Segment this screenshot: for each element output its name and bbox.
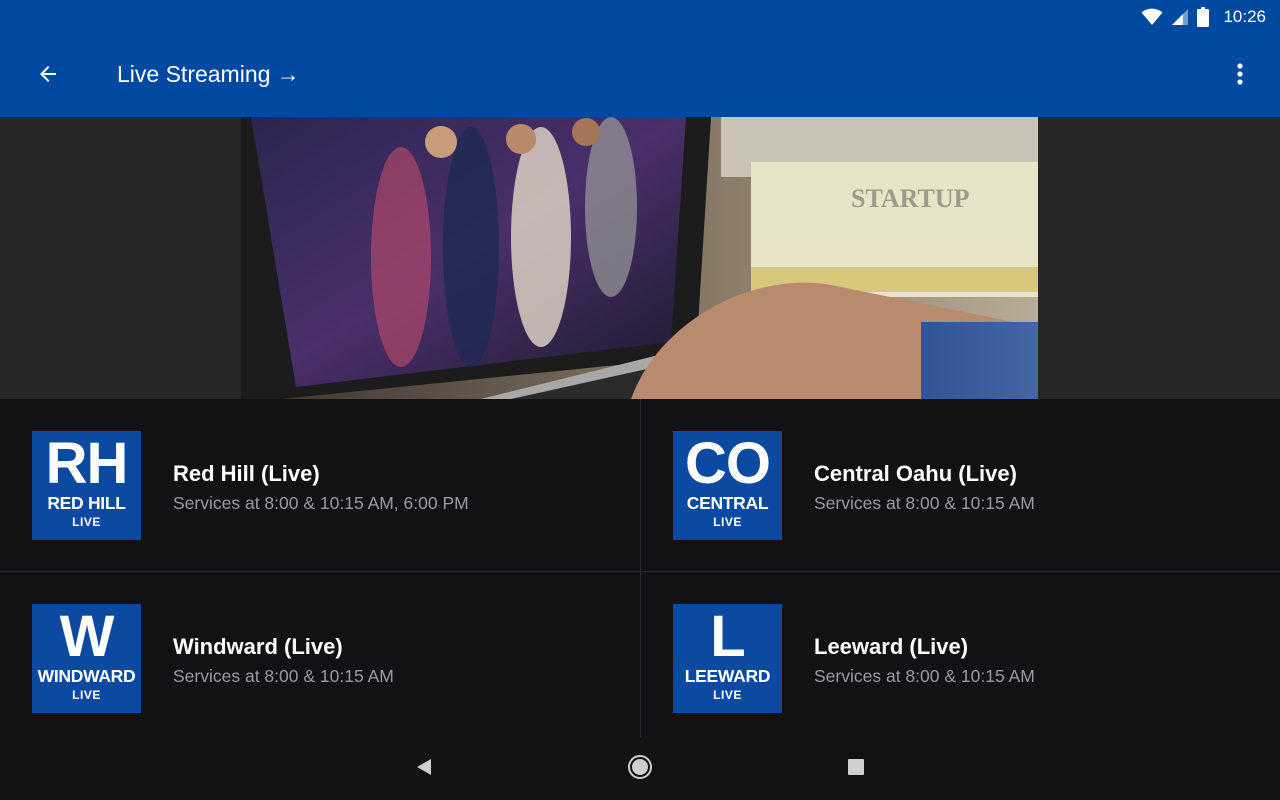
logo-letters: CO — [685, 431, 771, 496]
app-bar: Live Streaming → — [0, 34, 1280, 117]
hero-band: STARTUP — [0, 117, 1280, 399]
clock: 10:26 — [1223, 7, 1266, 26]
status-icons: 10:26 — [1141, 5, 1266, 29]
campus-item-windward[interactable]: W WINDWARD LIVE Windward (Live) Services… — [0, 572, 639, 744]
system-nav-bar — [0, 737, 1280, 800]
battery-icon — [1197, 7, 1210, 27]
campus-subtitle: Services at 8:00 & 10:15 AM — [814, 493, 1035, 513]
campus-logo: W WINDWARD LIVE — [32, 604, 141, 713]
back-button[interactable] — [24, 54, 72, 98]
overflow-menu-button[interactable] — [1222, 54, 1258, 98]
logo-sub: LIVE — [72, 515, 101, 529]
campus-item-central-oahu[interactable]: CO CENTRAL LIVE Central Oahu (Live) Serv… — [641, 399, 1280, 571]
campus-title: Windward (Live) — [173, 634, 343, 659]
logo-name: CENTRAL — [686, 493, 769, 513]
page-title: Live Streaming → — [117, 61, 300, 87]
svg-text:STARTUP: STARTUP — [851, 184, 970, 213]
campus-title: Central Oahu (Live) — [814, 461, 1017, 486]
logo-name: RED HILL — [47, 493, 126, 513]
logo-name: LEEWARD — [684, 666, 771, 686]
logo-name: WINDWARD — [37, 666, 136, 686]
campus-item-leeward[interactable]: L LEEWARD LIVE Leeward (Live) Services a… — [641, 572, 1280, 744]
campus-title: Leeward (Live) — [814, 634, 969, 659]
campus-logo: RH RED HILL LIVE — [32, 431, 141, 540]
status-bar: 10:26 — [0, 0, 1280, 34]
nav-recents-icon — [848, 758, 864, 780]
campus-subtitle: Services at 8:00 & 10:15 AM, 6:00 PM — [173, 493, 469, 513]
campus-subtitle: Services at 8:00 & 10:15 AM — [814, 666, 1035, 686]
nav-home-icon — [627, 754, 653, 785]
logo-letters: W — [59, 604, 115, 669]
logo-sub: LIVE — [72, 688, 101, 702]
logo-letters: RH — [45, 431, 129, 496]
nav-home-button[interactable] — [624, 753, 656, 785]
logo-sub: LIVE — [713, 688, 742, 702]
nav-back-icon — [415, 758, 433, 781]
campus-title: Red Hill (Live) — [173, 461, 320, 486]
arrow-back-icon — [36, 62, 60, 91]
nav-recents-button[interactable] — [840, 753, 872, 785]
wifi-icon — [1141, 8, 1163, 26]
logo-sub: LIVE — [713, 515, 742, 529]
cell-signal-icon — [1171, 8, 1189, 26]
logo-letters: L — [710, 604, 745, 669]
hero-image: STARTUP — [241, 117, 1038, 399]
more-vert-icon — [1237, 62, 1243, 91]
campus-item-red-hill[interactable]: RH RED HILL LIVE Red Hill (Live) Service… — [0, 399, 639, 571]
campus-subtitle: Services at 8:00 & 10:15 AM — [173, 666, 394, 686]
campus-grid: RH RED HILL LIVE Red Hill (Live) Service… — [0, 399, 1280, 737]
campus-logo: CO CENTRAL LIVE — [673, 431, 782, 540]
campus-logo: L LEEWARD LIVE — [673, 604, 782, 713]
nav-back-button[interactable] — [408, 753, 440, 785]
